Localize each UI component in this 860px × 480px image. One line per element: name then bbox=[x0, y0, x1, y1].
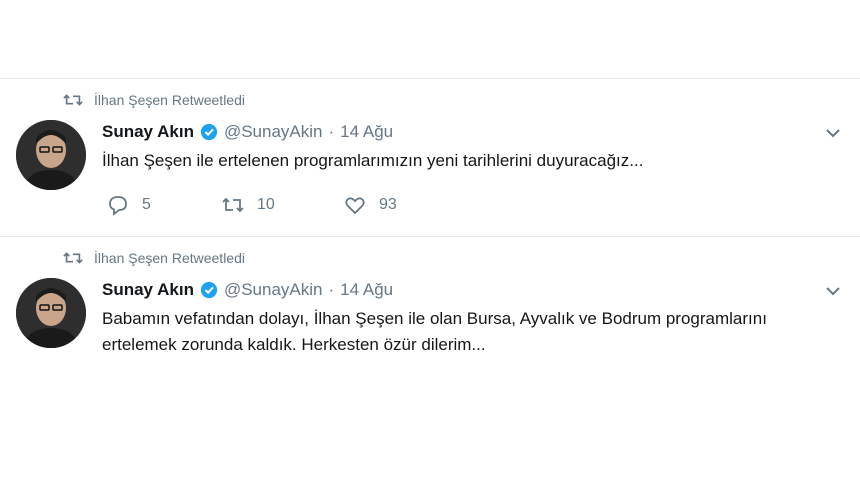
avatar-image bbox=[16, 278, 86, 348]
heart-icon bbox=[345, 197, 365, 215]
retweet-button[interactable]: 10 bbox=[221, 194, 343, 216]
header-separator: · bbox=[328, 280, 335, 299]
retweeted-by-label[interactable]: İlhan Şeşen Retweetledi bbox=[94, 92, 245, 108]
tweet-actions: 5 10 93 bbox=[106, 194, 433, 216]
header-separator: · bbox=[328, 122, 335, 141]
retweet-count: 10 bbox=[257, 196, 275, 213]
author-handle[interactable]: @SunayAkin bbox=[224, 280, 323, 300]
tweet[interactable]: İlhan Şeşen Retweetledi Sunay Akın @Suna… bbox=[0, 236, 860, 386]
retweeted-by-label[interactable]: İlhan Şeşen Retweetledi bbox=[94, 250, 245, 266]
verified-badge-icon bbox=[200, 123, 218, 141]
reply-count: 5 bbox=[142, 196, 151, 213]
retweet-icon bbox=[222, 197, 244, 213]
avatar[interactable] bbox=[16, 120, 86, 190]
like-button[interactable]: 93 bbox=[343, 194, 433, 216]
like-count: 93 bbox=[379, 196, 397, 213]
timeline: İlhan Şeşen Retweetledi Sunay Akın @Suna… bbox=[0, 0, 860, 480]
reply-button[interactable]: 5 bbox=[106, 194, 221, 216]
tweet-date[interactable]: 14 Ağu bbox=[340, 280, 393, 300]
tweet[interactable]: İlhan Şeşen Retweetledi Sunay Akın @Suna… bbox=[0, 78, 860, 236]
avatar[interactable] bbox=[16, 278, 86, 348]
tweet-header: Sunay Akın @SunayAkin · 14 Ağu bbox=[102, 122, 393, 142]
retweet-icon bbox=[63, 94, 83, 106]
tweet-text: İlhan Şeşen ile ertelenen programlarımız… bbox=[102, 151, 644, 170]
author-name[interactable]: Sunay Akın bbox=[102, 122, 194, 142]
retweet-icon bbox=[63, 252, 83, 264]
verified-badge-icon bbox=[200, 281, 218, 299]
retweet-context: İlhan Şeşen Retweetledi bbox=[62, 250, 245, 266]
tweet-header: Sunay Akın @SunayAkin · 14 Ağu bbox=[102, 280, 393, 300]
tweet-date[interactable]: 14 Ağu bbox=[340, 122, 393, 142]
tweet-text: Babamın vefatından dolayı, İlhan Şeşen i… bbox=[102, 309, 767, 354]
author-handle[interactable]: @SunayAkin bbox=[224, 122, 323, 142]
avatar-image bbox=[16, 120, 86, 190]
retweet-context: İlhan Şeşen Retweetledi bbox=[62, 92, 245, 108]
reply-icon bbox=[109, 196, 127, 216]
author-name[interactable]: Sunay Akın bbox=[102, 280, 194, 300]
chevron-down-icon[interactable] bbox=[822, 122, 844, 144]
chevron-down-icon[interactable] bbox=[822, 280, 844, 302]
